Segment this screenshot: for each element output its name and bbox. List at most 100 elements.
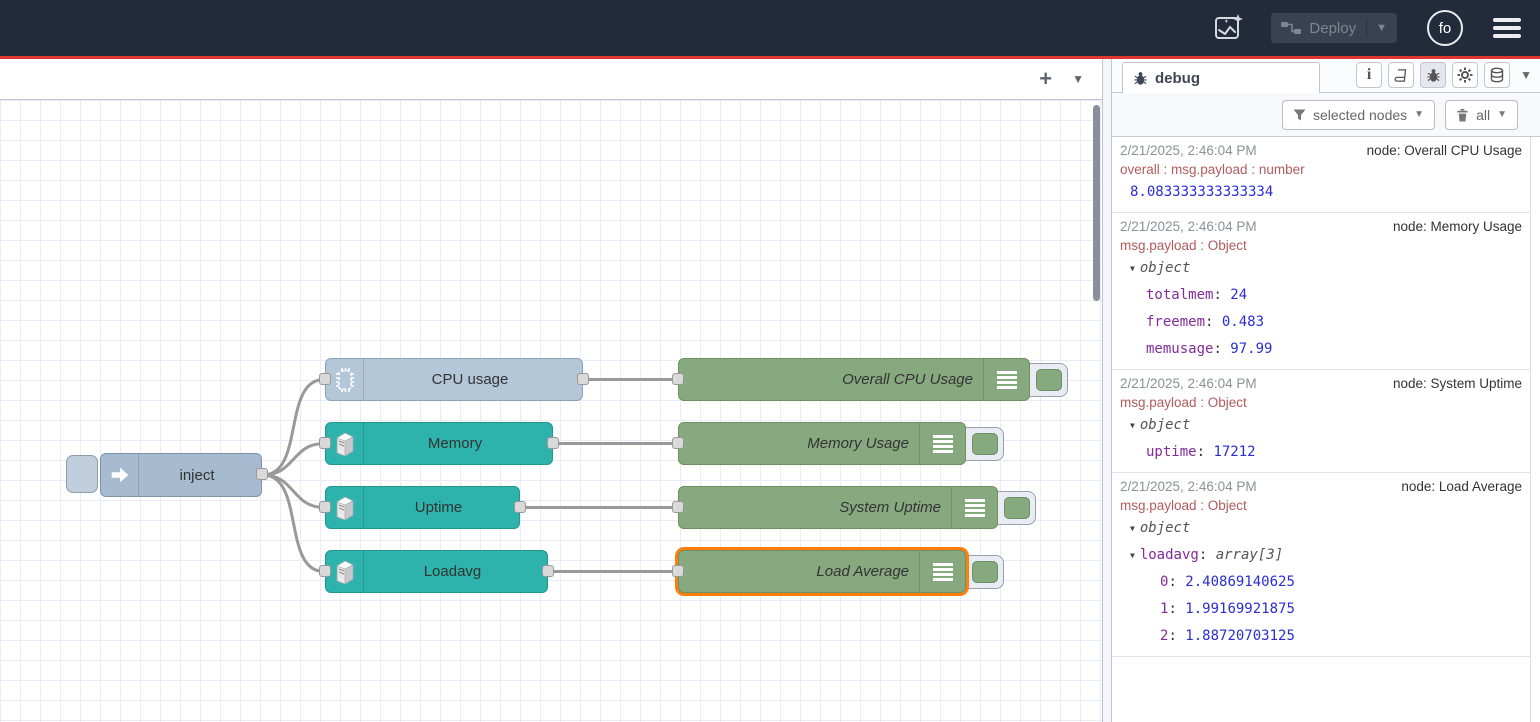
input-port[interactable] (672, 565, 684, 577)
input-port[interactable] (319, 501, 331, 513)
tab-context-data-icon[interactable] (1484, 62, 1510, 88)
inject-trigger-button[interactable] (66, 455, 98, 493)
sidebar-splitter[interactable] (1102, 59, 1112, 722)
debug-clear-button[interactable]: all ▼ (1445, 100, 1518, 130)
output-port[interactable] (514, 501, 526, 513)
flow-node-system-uptime[interactable]: System Uptime (678, 486, 998, 529)
deploy-label: Deploy (1309, 20, 1356, 37)
server-tower-icon (326, 551, 364, 592)
debug-colon: : (1197, 439, 1214, 466)
output-port[interactable] (542, 565, 554, 577)
input-port[interactable] (319, 437, 331, 449)
input-port[interactable] (672, 373, 684, 385)
tab-debug[interactable]: debug (1122, 62, 1320, 93)
input-port[interactable] (672, 501, 684, 513)
node-label: Memory (366, 423, 544, 464)
debug-timestamp: 2/21/2025, 2:46:04 PM (1120, 217, 1257, 236)
tab-debug-icon[interactable] (1420, 62, 1446, 88)
trash-icon (1456, 108, 1469, 122)
server-tower-icon (326, 423, 364, 464)
cpu-chip-icon (326, 359, 364, 400)
header-bar: Deploy ▼ fo (0, 0, 1540, 56)
flow-tabbar: + ▼ (0, 59, 1102, 100)
debug-type: object (1140, 255, 1191, 282)
collapse-caret-icon[interactable]: ▼ (1130, 412, 1135, 439)
collapse-caret-icon[interactable]: ▼ (1130, 255, 1135, 282)
sidebar: debug i (1112, 59, 1540, 722)
debug-list-icon (919, 551, 965, 592)
wires-layer (0, 100, 1102, 722)
output-port[interactable] (547, 437, 559, 449)
output-port[interactable] (577, 373, 589, 385)
flow-node-memory[interactable]: Memory (325, 422, 553, 465)
debug-row: ▼loadavg: array[3] (1120, 542, 1522, 569)
node-label: Overall CPU Usage (687, 359, 973, 400)
debug-meta: msg.payload : Object (1120, 236, 1522, 255)
flow-node-uptime[interactable]: Uptime (325, 486, 520, 529)
debug-row: 2: 1.88720703125 (1120, 623, 1522, 650)
debug-filter-label: selected nodes (1313, 107, 1407, 123)
deploy-options-caret-icon[interactable]: ▼ (1376, 22, 1387, 34)
debug-filter-button[interactable]: selected nodes ▼ (1282, 100, 1435, 130)
debug-row: uptime: 17212 (1120, 439, 1522, 466)
wire-inject-to-uptime[interactable] (263, 475, 324, 508)
debug-timestamp: 2/21/2025, 2:46:04 PM (1120, 141, 1257, 160)
flow-node-inject[interactable]: inject (100, 453, 262, 497)
flow-node-memory-usage[interactable]: Memory Usage (678, 422, 966, 465)
debug-message-header: 2/21/2025, 2:46:04 PMnode: Load Average (1120, 477, 1522, 496)
debug-value: 8.083333333333334 (1130, 179, 1273, 206)
flow-node-load-average[interactable]: Load Average (678, 550, 966, 593)
sidebar-tab-overflow-caret-icon[interactable]: ▼ (1520, 68, 1532, 82)
debug-row: ▼object (1120, 515, 1522, 542)
debug-message[interactable]: 2/21/2025, 2:46:04 PMnode: Memory Usagem… (1112, 213, 1530, 370)
debug-value: 2.40869140625 (1185, 569, 1295, 596)
wire-inject-to-memory[interactable] (263, 444, 324, 476)
debug-message[interactable]: 2/21/2025, 2:46:04 PMnode: Overall CPU U… (1112, 137, 1530, 213)
output-port[interactable] (256, 468, 268, 480)
flow-node-loadavg[interactable]: Loadavg (325, 550, 548, 593)
debug-source-node: node: Load Average (1401, 477, 1522, 496)
deploy-nodes-icon (1281, 21, 1301, 35)
debug-list-icon (983, 359, 1029, 400)
debug-message-header: 2/21/2025, 2:46:04 PM node: Memory Usage (1120, 217, 1522, 236)
deploy-button[interactable]: Deploy ▼ (1271, 13, 1397, 43)
debug-list-icon (919, 423, 965, 464)
main-menu-icon[interactable] (1493, 18, 1521, 38)
debug-timestamp: 2/21/2025, 2:46:04 PM (1120, 374, 1257, 393)
debug-message-list: 2/21/2025, 2:46:04 PMnode: Overall CPU U… (1112, 137, 1531, 722)
debug-message[interactable]: 2/21/2025, 2:46:04 PMnode: Load Averagem… (1112, 473, 1530, 657)
flow-workspace[interactable]: inject CPU usage (0, 100, 1102, 722)
tab-help-icon[interactable] (1388, 62, 1414, 88)
user-avatar[interactable]: fo (1427, 10, 1463, 46)
debug-clear-label: all (1476, 107, 1490, 123)
tab-config-gear-icon[interactable] (1452, 62, 1478, 88)
node-label: Load Average (687, 551, 909, 592)
debug-colon: : (1168, 623, 1185, 650)
input-port[interactable] (319, 373, 331, 385)
debug-source-node: node: Memory Usage (1393, 217, 1522, 236)
debug-key: memusage (1146, 336, 1213, 363)
collapse-caret-icon[interactable]: ▼ (1130, 542, 1135, 569)
flow-list-caret-icon[interactable]: ▼ (1072, 72, 1084, 86)
node-label: Uptime (366, 487, 511, 528)
input-port[interactable] (319, 565, 331, 577)
debug-meta: msg.payload : Object (1120, 496, 1522, 515)
add-flow-button[interactable]: + (1039, 68, 1052, 90)
flow-node-cpu-usage[interactable]: CPU usage (325, 358, 583, 401)
flow-node-overall-cpu-usage[interactable]: Overall CPU Usage (678, 358, 1030, 401)
debug-toolbar: selected nodes ▼ all ▼ (1112, 93, 1540, 137)
debug-colon: : (1213, 282, 1230, 309)
input-port[interactable] (672, 437, 684, 449)
debug-scroll-gutter[interactable] (1531, 137, 1540, 722)
collapse-caret-icon[interactable]: ▼ (1130, 515, 1135, 542)
debug-colon: : (1205, 309, 1222, 336)
bug-icon (1133, 71, 1148, 86)
debug-value: 24 (1230, 282, 1247, 309)
node-label: System Uptime (687, 487, 941, 528)
debug-message[interactable]: 2/21/2025, 2:46:04 PMnode: System Uptime… (1112, 370, 1530, 473)
node-label: Memory Usage (687, 423, 909, 464)
tab-info-icon[interactable]: i (1356, 62, 1382, 88)
debug-row: ▼object (1120, 412, 1522, 439)
funnel-icon (1293, 109, 1306, 121)
ai-assistant-icon[interactable] (1213, 12, 1245, 44)
